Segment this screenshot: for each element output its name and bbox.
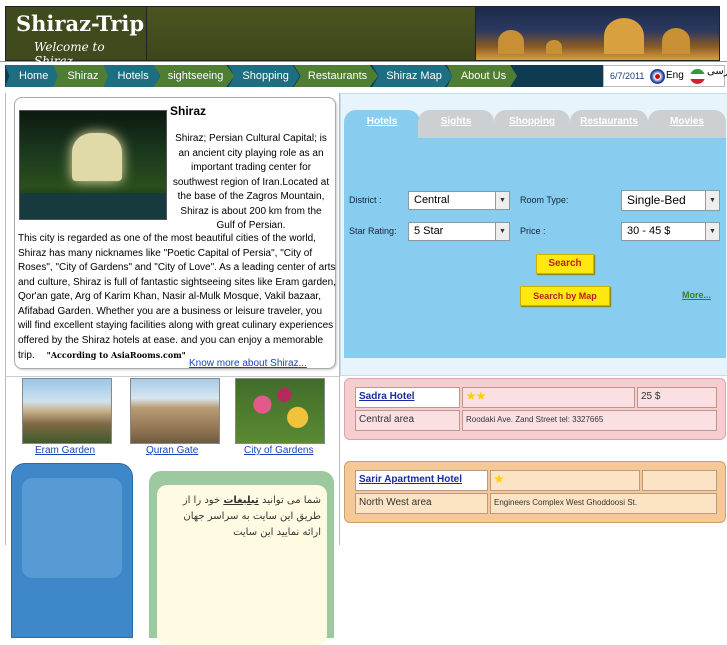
hotel-card: Sarir Apartment Hotel North West area En… (344, 461, 726, 523)
eram-garden-photo[interactable] (22, 378, 112, 444)
eram-garden-link[interactable]: Eram Garden (35, 445, 95, 456)
hotel-address: Roodaki Ave. Zand Street tel: 3327665 (462, 410, 717, 431)
city-of-gardens-photo[interactable] (235, 378, 325, 444)
tab-sights[interactable]: Sights (418, 110, 494, 138)
room-type-select[interactable]: Single-Bed ▼ (621, 190, 720, 211)
hotel-name[interactable]: Sarir Apartment Hotel (359, 474, 462, 485)
hotel-stars (462, 387, 635, 408)
chevron-down-icon: ▼ (705, 223, 719, 240)
know-more-link[interactable]: Know more about Shiraz... (189, 358, 307, 369)
shiraz-intro-panel: Shiraz Shiraz; Persian Cultural Capital;… (14, 97, 336, 369)
lang-english[interactable]: Eng (666, 70, 684, 81)
quran-gate-photo[interactable] (130, 378, 220, 444)
tab-movies[interactable]: Movies (648, 110, 726, 138)
uk-flag-icon[interactable] (650, 69, 665, 84)
star-rating-select[interactable]: 5 Star ▼ (408, 222, 510, 241)
iran-flag-icon[interactable] (690, 69, 705, 84)
left-column: Shiraz Shiraz; Persian Cultural Capital;… (5, 93, 339, 645)
hotel-stars (490, 470, 640, 491)
site-logo[interactable]: Shiraz-Trip Welcome to Shiraz (5, 6, 147, 68)
district-select[interactable]: Central ▼ (408, 191, 510, 210)
intro-lead: Shiraz; Persian Cultural Capital; is an … (172, 133, 330, 231)
logo-subtitle: Welcome to Shiraz (34, 40, 105, 68)
search-form: District : Central ▼ Room Type: Single-B… (344, 138, 726, 358)
hotel-name-cell: Sadra Hotel (355, 387, 460, 408)
logo-title: Shiraz-Trip (16, 11, 145, 36)
nav-home[interactable]: Home (5, 65, 60, 87)
blue-side-panel (11, 463, 133, 638)
nav-shopping[interactable]: Shopping (228, 65, 300, 87)
tab-hotels[interactable]: Hotels (344, 110, 420, 138)
room-type-label: Room Type: (520, 195, 569, 205)
advertise-link[interactable]: تبلیغات (223, 495, 258, 506)
search-panel: Hotels Sights Shopping Restaurants Movie… (340, 93, 727, 376)
thumbnail-row: Eram Garden Quran Gate City of Gardens (6, 376, 339, 456)
intro-quote: "According to AsiaRooms.com" (46, 350, 186, 360)
price-select[interactable]: 30 - 45 $ ▼ (621, 222, 720, 241)
right-column: Hotels Sights Shopping Restaurants Movie… (339, 93, 727, 545)
intro-title: Shiraz (170, 104, 207, 118)
star-icon (476, 391, 486, 401)
price-label: Price : (520, 226, 546, 236)
search-tabs: Hotels Sights Shopping Restaurants Movie… (344, 110, 726, 138)
hotel-price (642, 470, 717, 491)
search-by-map-button[interactable]: Search by Map (520, 286, 610, 306)
intro-photo (19, 110, 167, 220)
nav-about-us[interactable]: About Us (446, 65, 518, 87)
lang-farsi[interactable]: فارسی (707, 67, 727, 77)
hotel-address: Engineers Complex West Ghoddoosi St. (490, 493, 717, 514)
nav-sightseeing[interactable]: sightseeing (153, 65, 235, 87)
nav-restaurants[interactable]: Restaurants (293, 65, 379, 87)
nav-hotels[interactable]: Hotels (103, 65, 160, 87)
advertise-panel: شما می توانید تبلیغات خود را از طریق این… (149, 471, 334, 645)
chevron-down-icon: ▼ (495, 192, 509, 209)
hotel-area: Central area (355, 410, 460, 431)
advertise-text: شما می توانید تبلیغات خود را از طریق این… (182, 495, 321, 538)
chevron-down-icon: ▼ (705, 191, 719, 210)
star-icon (494, 474, 504, 484)
header-banner (147, 6, 475, 61)
more-link[interactable]: More... (682, 290, 711, 300)
hotel-area: North West area (355, 493, 488, 514)
nav-utility: 6/7/2011 Eng فارسی (603, 65, 727, 87)
site-header: Shiraz-Trip Welcome to Shiraz (0, 0, 727, 68)
nav-shiraz-map[interactable]: Shiraz Map (372, 65, 453, 87)
quran-gate-link[interactable]: Quran Gate (146, 445, 198, 456)
intro-body-text: This city is regarded as one of the most… (18, 233, 336, 361)
nav-shiraz[interactable]: Shiraz (53, 65, 110, 87)
hotel-card: Sadra Hotel 25 $ Central area Roodaki Av… (344, 378, 726, 440)
chevron-down-icon: ▼ (495, 223, 509, 240)
hotel-name[interactable]: Sadra Hotel (359, 391, 415, 402)
hotel-name-cell: Sarir Apartment Hotel (355, 470, 488, 491)
star-rating-label: Star Rating: (349, 226, 397, 236)
main-navbar: Home Shiraz Hotels sightseeing Shopping … (5, 65, 727, 87)
star-icon (466, 391, 476, 401)
tab-restaurants[interactable]: Restaurants (570, 110, 648, 138)
city-of-gardens-link[interactable]: City of Gardens (244, 445, 313, 456)
hotel-price: 25 $ (637, 387, 717, 408)
intro-body: This city is regarded as one of the most… (18, 232, 336, 364)
header-photo (475, 6, 720, 61)
search-button[interactable]: Search (536, 254, 594, 274)
district-label: District : (349, 195, 382, 205)
tab-shopping[interactable]: Shopping (494, 110, 570, 138)
current-date: 6/7/2011 (610, 71, 645, 81)
